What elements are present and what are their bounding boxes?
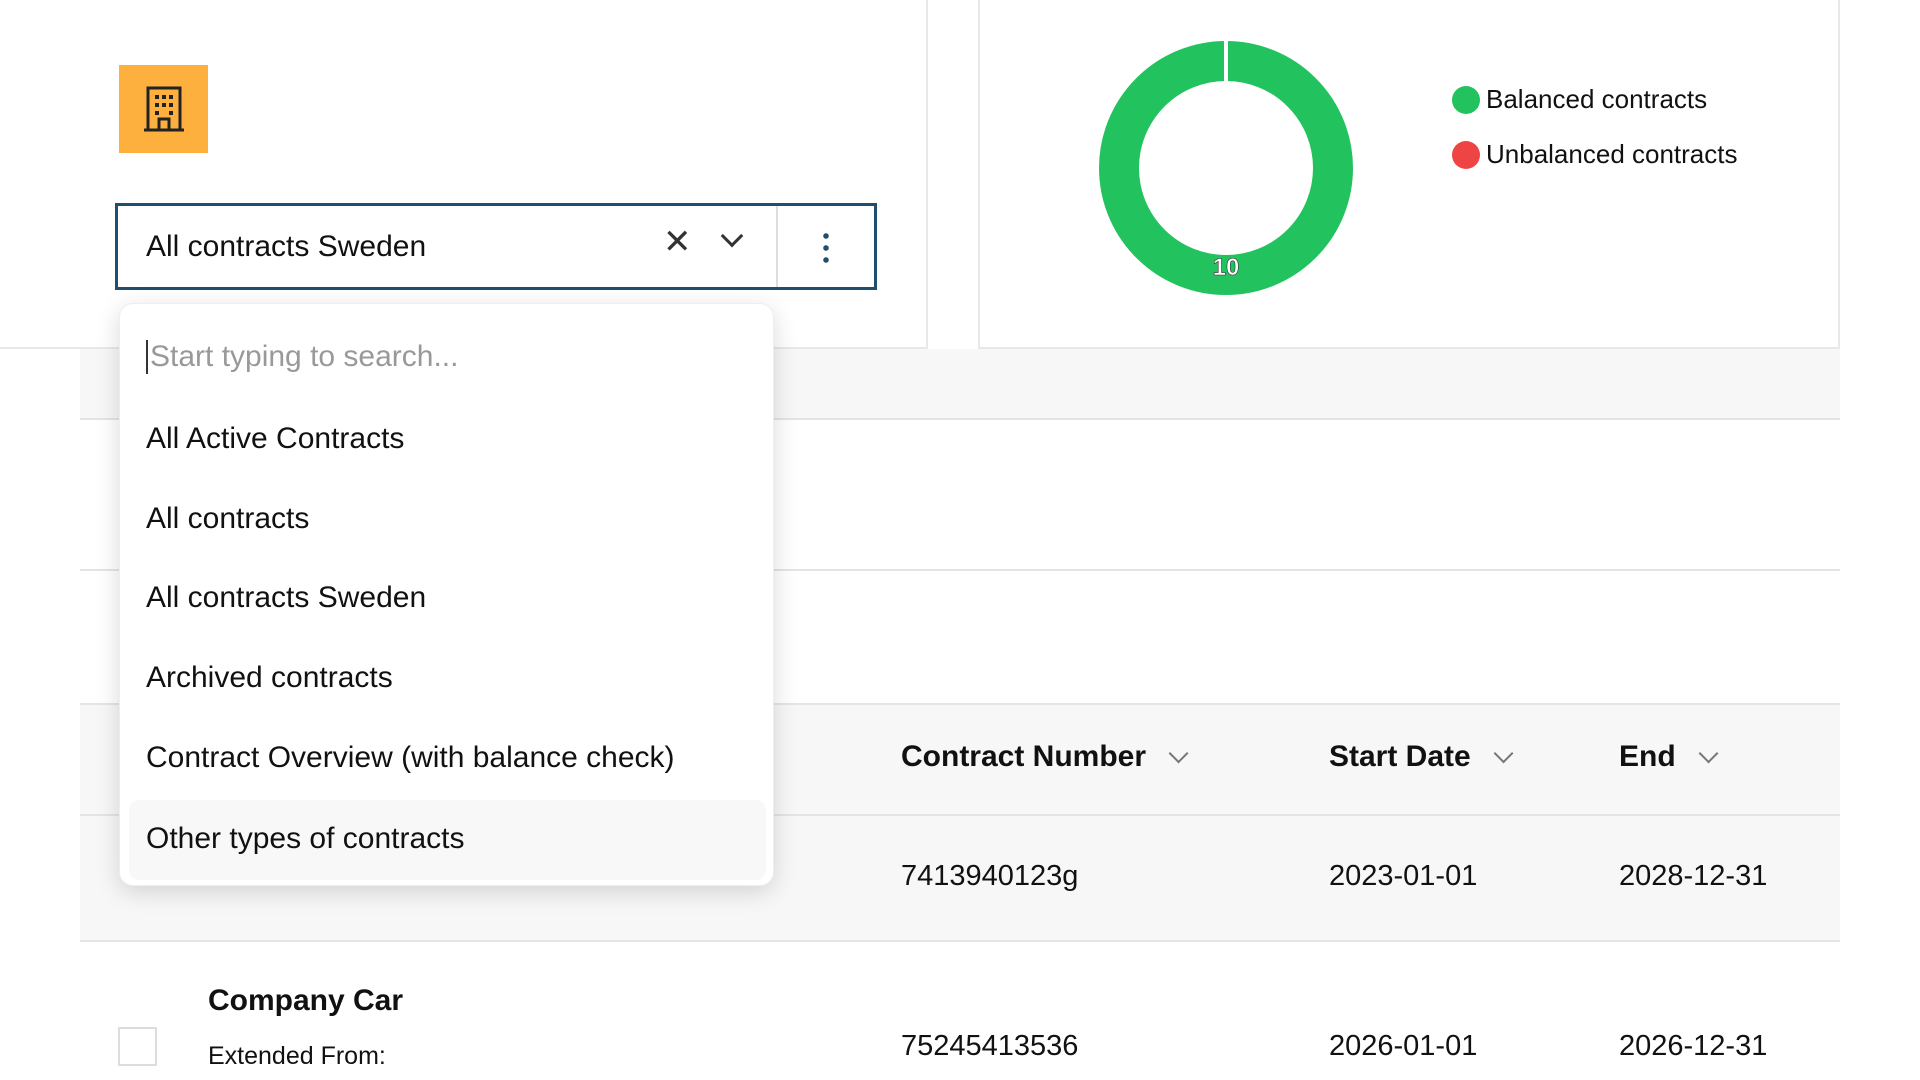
- option-all-contracts[interactable]: All contracts: [146, 502, 309, 536]
- option-other-hovered[interactable]: Other types of contracts: [129, 800, 766, 880]
- legend-item-balanced[interactable]: Balanced contracts: [1452, 84, 1737, 115]
- legend-label: Balanced contracts: [1486, 84, 1708, 114]
- option-archived[interactable]: Archived contracts: [146, 661, 393, 695]
- chevron-down-icon[interactable]: [720, 224, 744, 248]
- row-checkbox[interactable]: [118, 1027, 157, 1066]
- header-label: Start Date: [1329, 740, 1471, 773]
- divider: [80, 940, 1840, 942]
- donut-chart: 10: [1099, 40, 1353, 295]
- column-start-date[interactable]: Start Date: [1329, 740, 1514, 774]
- separator: [776, 206, 778, 287]
- view-selector[interactable]: All contracts Sweden ✕: [115, 203, 877, 290]
- end-date: 2028-12-31: [1619, 860, 1768, 892]
- legend: Balanced contracts Unbalanced contracts: [1452, 84, 1737, 170]
- contract-number: 7413940123g: [901, 860, 1079, 892]
- column-contract-number[interactable]: Contract Number: [901, 740, 1189, 774]
- column-end[interactable]: End: [1619, 740, 1719, 774]
- legend-dot: [1452, 140, 1480, 169]
- more-options-icon[interactable]: [823, 230, 829, 264]
- left-card: [0, 0, 928, 349]
- header-label: Contract Number: [901, 740, 1147, 773]
- end-date: 2026-12-31: [1619, 1030, 1768, 1062]
- selected-value: All contracts Sweden: [146, 230, 427, 263]
- clear-icon[interactable]: ✕: [663, 222, 692, 262]
- start-date: 2023-01-01: [1329, 860, 1478, 892]
- option-all-active[interactable]: All Active Contracts: [146, 422, 404, 456]
- legend-label: Unbalanced contracts: [1486, 139, 1738, 169]
- view-dropdown: Start typing to search... All Active Con…: [119, 303, 774, 886]
- contract-number: 75245413536: [901, 1030, 1079, 1062]
- start-date: 2026-01-01: [1329, 1030, 1478, 1062]
- search-input[interactable]: Start typing to search...: [146, 340, 458, 374]
- option-overview[interactable]: Contract Overview (with balance check): [146, 741, 675, 775]
- option-all-sweden[interactable]: All contracts Sweden: [146, 581, 426, 615]
- contract-name[interactable]: Company Car: [208, 984, 403, 1018]
- slice-balanced: [1099, 41, 1353, 295]
- data-label: 10: [1213, 254, 1240, 281]
- option-label: Other types of contracts: [146, 822, 465, 855]
- legend-dot: [1452, 85, 1480, 114]
- building-icon: [119, 65, 208, 153]
- extended-from-label: Extended From:: [208, 1042, 386, 1070]
- header-label: End: [1619, 740, 1676, 773]
- legend-item-unbalanced[interactable]: Unbalanced contracts: [1452, 139, 1737, 170]
